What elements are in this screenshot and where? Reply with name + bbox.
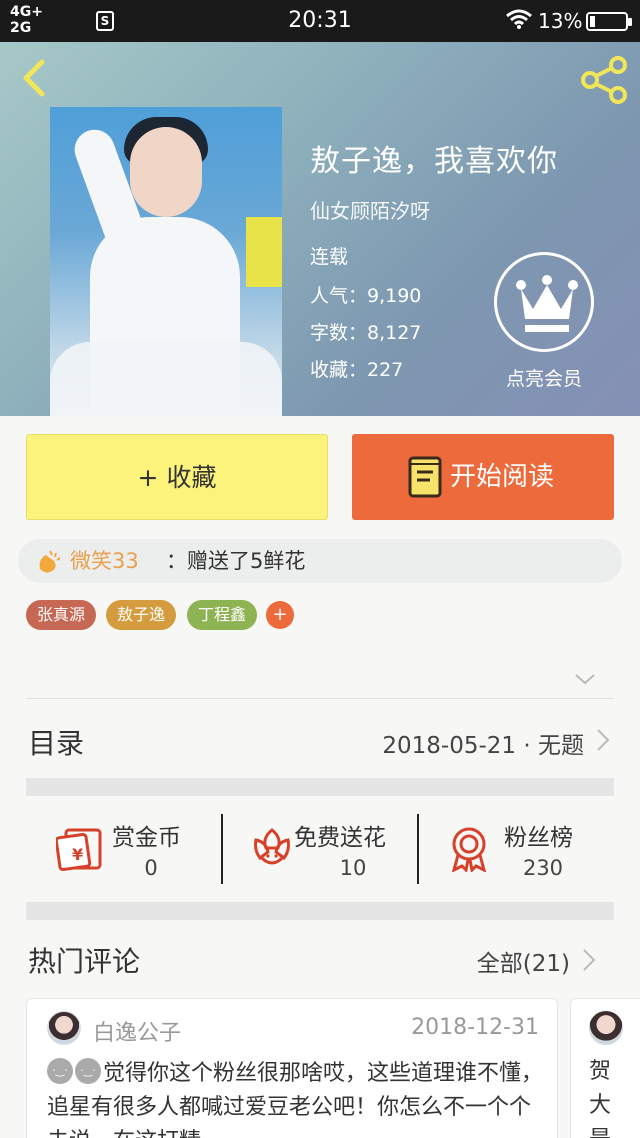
comment-card[interactable]: 白逸公子 2018-12-31 觉得你这个粉丝很那啥哎，这些道理谁不懂，追星有很… (26, 998, 558, 1138)
fan-ranking-label: 粉丝榜 (504, 825, 573, 851)
book-author[interactable]: 仙女顾陌汐呀 (310, 195, 430, 224)
comment-text: 觉得你这个粉丝很那啥哎，这些道理谁不懂，追星有很多人都喊过爱豆老公吧！你怎么不一… (47, 1054, 547, 1138)
chevron-right-icon (597, 729, 610, 751)
collect-button[interactable]: + 收藏 (26, 434, 328, 520)
reward-coins-count: 0 (144, 856, 158, 880)
book-header: 敖子逸，我喜欢你 仙女顾陌汐呀 连载 人气：9,190 字数：8,127 收藏：… (0, 42, 640, 416)
status-bar: 4G+ 2G S 20:31 13% (0, 0, 640, 42)
book-cover (50, 107, 282, 416)
gift-user[interactable]: 微笑33 (70, 539, 139, 583)
flower-icon (254, 828, 290, 865)
start-reading-label: 开始阅读 (450, 462, 555, 492)
clap-icon (39, 550, 61, 573)
gift-notice[interactable]: 微笑33 ：赠送了5鲜花 (18, 539, 622, 583)
catalog-title: 目录 (28, 727, 85, 760)
gift-text: ：赠送了5鲜花 (166, 549, 306, 573)
vip-button[interactable] (494, 252, 594, 352)
favorites-stat: 收藏：227 (310, 359, 404, 381)
tag[interactable]: 丁程鑫 (187, 600, 258, 630)
flower-count: 10 (339, 856, 367, 880)
comment-user[interactable]: 白逸公子 (93, 1015, 181, 1047)
tag[interactable]: 张真源 (26, 600, 97, 630)
reward-actions: ¥ 赏金币 0 免费送花 10 粉丝榜 230 (26, 806, 614, 892)
share-icon[interactable] (578, 54, 630, 106)
divider (26, 698, 614, 699)
fan-count: 230 (522, 856, 564, 880)
comment-date: 2018-12-31 (411, 1015, 539, 1040)
send-flower-button[interactable]: 免费送花 10 (222, 806, 418, 892)
fan-ranking-button[interactable]: 粉丝榜 230 (418, 806, 614, 892)
avatar[interactable] (47, 1011, 81, 1045)
section-divider (26, 902, 614, 920)
word-count-stat: 字数：8,127 (310, 322, 422, 344)
comment-card[interactable]: 贺大是 (570, 998, 640, 1138)
vip-label[interactable]: 点亮会员 (484, 364, 604, 391)
battery-percent: 13% (538, 9, 583, 33)
comment-body: 觉得你这个粉丝很那啥哎，这些道理谁不懂，追星有很多人都喊过爱豆老公吧！你怎么不一… (47, 1061, 544, 1138)
medal-icon (451, 827, 487, 872)
catalog-row[interactable]: 目录 2018-05-21 · 无题 (26, 718, 614, 764)
emoji-icon (47, 1054, 73, 1088)
book-icon (408, 456, 442, 498)
section-divider (26, 778, 614, 796)
red-envelope-icon: ¥ (56, 828, 102, 872)
svg-text:¥: ¥ (72, 845, 83, 864)
emoji-icon (75, 1054, 101, 1088)
popularity-stat: 人气：9,190 (310, 285, 422, 307)
crown-icon (516, 275, 578, 332)
send-flower-label: 免费送花 (294, 825, 386, 851)
book-title: 敖子逸，我喜欢你 (310, 144, 558, 179)
start-reading-button[interactable]: 开始阅读 (352, 434, 614, 520)
reward-coins-button[interactable]: ¥ 赏金币 0 (26, 806, 222, 892)
comments-header: 热门评论 全部(21) (26, 940, 614, 980)
battery-icon (586, 12, 632, 31)
chevron-down-icon[interactable] (574, 672, 596, 686)
latest-chapter: 2018-05-21 · 无题 (382, 733, 584, 759)
comment-text: 贺大是 (589, 1059, 612, 1138)
chevron-right-icon[interactable] (582, 948, 596, 972)
back-icon[interactable] (14, 56, 58, 100)
all-comments-link[interactable]: 全部(21) (477, 944, 570, 978)
tag[interactable]: 敖子逸 (106, 600, 177, 630)
avatar[interactable] (589, 1011, 623, 1045)
comments-title: 热门评论 (28, 945, 141, 978)
reward-coins-label: 赏金币 (112, 825, 181, 851)
book-status: 连载 (310, 246, 349, 268)
add-tag-button[interactable]: + (266, 601, 294, 629)
wifi-icon (505, 8, 533, 35)
